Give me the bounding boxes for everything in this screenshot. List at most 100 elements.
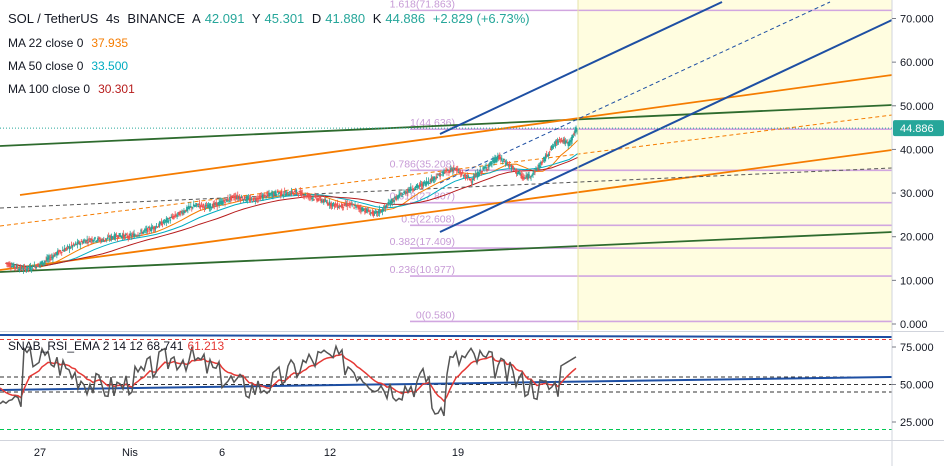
candle-body	[184, 211, 186, 213]
candle-body	[168, 217, 171, 219]
candle-body	[332, 202, 335, 204]
candle-body	[467, 176, 470, 178]
candle-body	[82, 241, 85, 244]
rsi-tick-label: 50.000	[900, 380, 934, 392]
candle-body	[542, 160, 544, 162]
candle-body	[98, 237, 100, 239]
candle-body	[315, 195, 317, 198]
candle-body	[167, 220, 170, 223]
candle-body	[161, 223, 164, 225]
candle-body	[69, 247, 72, 249]
candle-body	[179, 212, 181, 216]
candle-body	[107, 236, 110, 238]
candle-body	[244, 200, 247, 202]
candle-body	[247, 197, 250, 199]
candle-body	[324, 200, 327, 202]
candle-body	[265, 196, 267, 198]
candle-body	[143, 230, 145, 232]
candle-body	[124, 235, 127, 237]
candle-body	[336, 203, 339, 208]
candle-body	[337, 207, 340, 209]
symbol-name[interactable]: SOL / TetherUS	[8, 11, 98, 26]
candle-body	[176, 215, 178, 217]
candle-body	[49, 258, 51, 260]
candle-body	[101, 240, 103, 242]
candle-body	[23, 266, 26, 268]
candle-body	[342, 206, 345, 208]
candle-body	[250, 198, 253, 200]
price-tick-label: 20.000	[900, 232, 934, 244]
candle-body	[280, 190, 283, 195]
price-tick-label: 30.000	[900, 188, 934, 200]
candle-body	[31, 265, 34, 267]
candle-body	[200, 203, 203, 205]
ma50-legend[interactable]: MA 50 close 0 33.500	[8, 59, 132, 73]
candle-body	[139, 232, 141, 235]
close-label: K	[372, 11, 382, 26]
candle-body	[292, 192, 295, 194]
candle-body	[156, 227, 159, 229]
candle-body	[486, 168, 488, 170]
candle-body	[96, 240, 98, 242]
candle-body	[129, 233, 131, 235]
fib-level-label: 0(0.580)	[416, 309, 455, 321]
candle-body	[418, 184, 421, 187]
interval[interactable]: 4s	[106, 11, 120, 26]
candle-body	[464, 176, 467, 179]
candle-body	[199, 205, 202, 208]
candle-body	[44, 261, 46, 263]
price-tick-label: 10.000	[900, 275, 934, 287]
candle-body	[532, 173, 534, 175]
candle-body	[471, 181, 474, 183]
ma22-legend[interactable]: MA 22 close 0 37.935	[8, 36, 132, 50]
time-tick-label: 19	[452, 447, 464, 459]
close-value: 44.886	[385, 11, 426, 26]
candle-body	[363, 208, 365, 210]
candle-body	[198, 203, 201, 206]
rsi-label: SNAB_RSI_EMA 2 14 12	[8, 339, 143, 353]
candle-body	[202, 203, 205, 206]
tradingview-chart[interactable]: 1.618(71.863)1(44.636)0.786(35.208)0.618…	[0, 0, 944, 466]
candle-body	[463, 174, 466, 177]
candle-body	[163, 222, 166, 224]
candle-body	[60, 251, 63, 253]
candle-body	[201, 205, 204, 208]
candle-body	[243, 196, 246, 200]
candle-body	[9, 263, 11, 267]
candle-body	[483, 168, 485, 170]
candle-body	[140, 230, 142, 232]
candle-body	[572, 135, 574, 138]
ma100-legend[interactable]: MA 100 close 0 30.301	[8, 82, 139, 96]
candle-body	[310, 196, 312, 198]
candle-body	[239, 197, 242, 201]
candle-body	[160, 221, 163, 226]
candle-body	[103, 240, 106, 242]
candle-body	[58, 250, 60, 254]
candle-body	[196, 203, 199, 205]
candle-body	[285, 192, 288, 196]
candle-body	[288, 194, 291, 196]
last-price-label: 44.886	[900, 123, 934, 135]
candle-body	[155, 225, 158, 227]
candle-body	[440, 174, 442, 176]
symbol-header[interactable]: SOL / TetherUS 4s BINANCE A 42.091 Y 45.30…	[8, 11, 534, 26]
high-value: 45.301	[264, 11, 305, 26]
candle-body	[502, 158, 505, 160]
candle-body	[445, 169, 447, 171]
candle-body	[227, 198, 229, 201]
candle-body	[389, 203, 392, 206]
candle-body	[459, 171, 462, 175]
low-label: D	[311, 11, 322, 26]
candle-body	[368, 213, 371, 215]
candle-body	[203, 206, 206, 209]
candle-body	[86, 239, 88, 241]
rsi-trend-top	[0, 334, 893, 338]
candle-body	[461, 171, 464, 174]
candle-body	[334, 203, 337, 205]
candle-body	[491, 162, 493, 165]
candle-body	[413, 188, 416, 191]
candle-body	[557, 141, 560, 143]
candle-body	[286, 191, 289, 193]
candle-body	[479, 169, 482, 172]
rsi-legend[interactable]: SNAB_RSI_EMA 2 14 12 68.741 61.213	[8, 339, 228, 353]
